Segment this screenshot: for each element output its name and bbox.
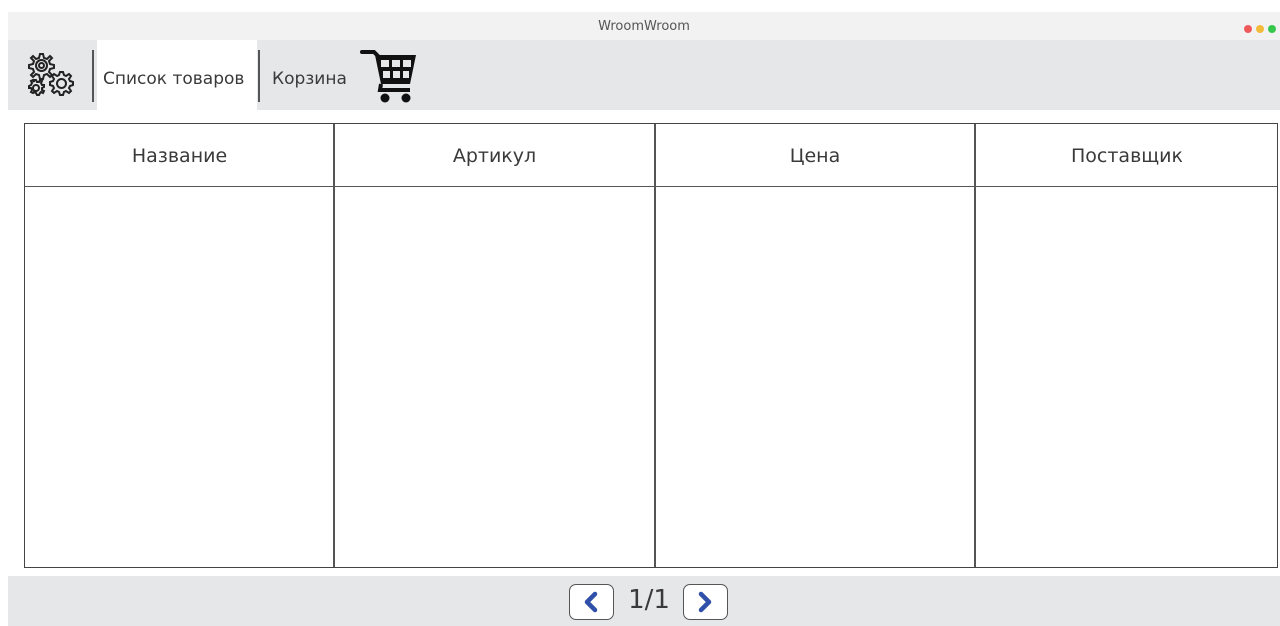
close-window-button[interactable] xyxy=(1244,25,1252,33)
products-table: Название Артикул Цена Поставщик xyxy=(24,123,1278,568)
table-header-row: Название Артикул Цена Поставщик xyxy=(25,124,1277,187)
page-indicator: 1/1 xyxy=(628,585,670,615)
previous-page-button[interactable] xyxy=(569,584,614,620)
chevron-right-icon xyxy=(698,591,712,613)
settings-button[interactable] xyxy=(20,48,78,102)
next-page-button[interactable] xyxy=(683,584,728,620)
pagination-bar: 1/1 xyxy=(8,576,1280,626)
toolbar: Список товаров Корзина xyxy=(8,40,1280,110)
column-header-sku[interactable]: Артикул xyxy=(334,124,655,186)
gears-icon xyxy=(28,53,74,96)
chevron-left-icon xyxy=(584,591,598,613)
tab-cart-label: Корзина xyxy=(272,69,347,89)
minimize-window-button[interactable] xyxy=(1256,25,1264,33)
column-header-supplier[interactable]: Поставщик xyxy=(975,124,1279,186)
tab-product-list-label: Список товаров xyxy=(103,69,245,89)
maximize-window-button[interactable] xyxy=(1268,25,1276,33)
toolbar-divider xyxy=(92,50,94,102)
column-header-price[interactable]: Цена xyxy=(655,124,975,186)
column-header-name[interactable]: Название xyxy=(25,124,334,186)
shopping-cart-icon xyxy=(360,50,416,103)
window-titlebar: WroomWroom xyxy=(8,12,1280,40)
tab-cart[interactable]: Корзина xyxy=(264,40,424,110)
tab-product-list[interactable]: Список товаров xyxy=(97,40,257,110)
toolbar-divider xyxy=(258,50,260,102)
table-body xyxy=(25,187,1277,567)
window-title: WroomWroom xyxy=(598,19,690,34)
